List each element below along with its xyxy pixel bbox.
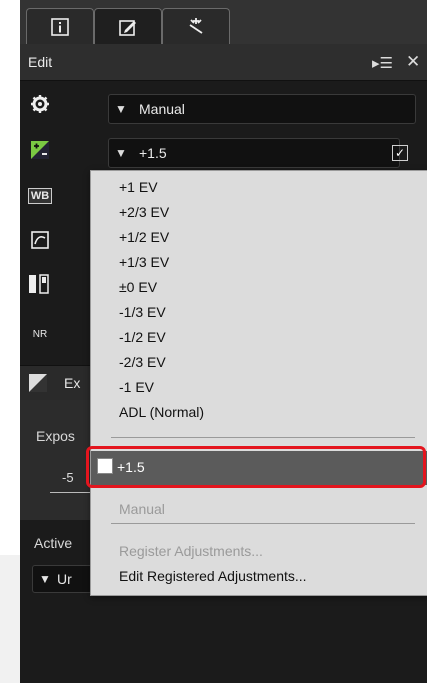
menu-item-plus-1-2-ev[interactable]: +1/2 EV [119, 229, 169, 245]
menu-item-plus-1-ev[interactable]: +1 EV [119, 179, 158, 195]
exposure-label: Expos [36, 428, 75, 444]
exposure-value: +1.5 [139, 145, 167, 161]
close-icon[interactable]: ✕ [406, 52, 420, 72]
picture-control-value: Manual [139, 101, 185, 117]
menu-divider [111, 523, 415, 524]
active-label: Active [34, 535, 73, 551]
panel-title: Edit [28, 54, 53, 70]
menu-item-zero-ev[interactable]: ±0 EV [119, 279, 157, 295]
menu-item-adl-normal[interactable]: ADL (Normal) [119, 404, 204, 420]
tab-bar [20, 0, 427, 45]
menu-item-manual: Manual [119, 501, 165, 517]
menu-item-plus-1-3-ev[interactable]: +1/3 EV [119, 254, 169, 270]
active-value: Ur [57, 571, 72, 587]
section-label: Ex [64, 375, 81, 391]
exposure-menu: +1 EV +2/3 EV +1/2 EV +1/3 EV ±0 EV -1/3… [90, 170, 427, 596]
tab-info[interactable] [26, 8, 94, 45]
exposure-dropdown[interactable]: ▼ +1.5 [108, 138, 400, 168]
chevron-down-icon: ▼ [39, 572, 51, 586]
menu-item-minus-1-ev[interactable]: -1 EV [119, 379, 154, 395]
menu-item-minus-1-3-ev[interactable]: -1/3 EV [119, 304, 166, 320]
exposure-icon [28, 373, 48, 396]
edit-icon [119, 20, 136, 36]
chevron-down-icon: ▼ [115, 102, 127, 116]
picture-control-icon[interactable] [28, 228, 52, 252]
slider-min-label: -5 [62, 470, 74, 485]
callout-highlight [86, 446, 426, 488]
menu-item-edit-registered-adjustments[interactable]: Edit Registered Adjustments... [119, 568, 307, 584]
picture-control-dropdown[interactable]: ▼ Manual [108, 94, 416, 124]
tab-edit[interactable] [94, 8, 162, 45]
menu-item-register-adjustments: Register Adjustments... [119, 543, 263, 559]
menu-item-plus-2-3-ev[interactable]: +2/3 EV [119, 204, 169, 220]
menu-item-minus-1-2-ev[interactable]: -1/2 EV [119, 329, 166, 345]
exposure-icon[interactable] [28, 138, 52, 162]
tab-effects[interactable] [162, 8, 230, 45]
apply-checkbox[interactable]: ✓ [392, 145, 408, 161]
white-balance-icon[interactable]: WB [27, 184, 53, 208]
background-strip [0, 555, 20, 683]
wand-icon [189, 18, 203, 34]
levels-icon[interactable] [28, 272, 52, 296]
menu-item-minus-2-3-ev[interactable]: -2/3 EV [119, 354, 166, 370]
noise-reduction-icon[interactable]: NR [28, 322, 52, 346]
menu-divider [111, 437, 415, 438]
gear-icon[interactable] [28, 92, 52, 116]
panel-menu-icon[interactable]: ▸☰ [372, 54, 393, 72]
edit-header: Edit ▸☰ ✕ [20, 44, 427, 81]
chevron-down-icon: ▼ [115, 146, 127, 160]
info-icon [51, 18, 69, 36]
